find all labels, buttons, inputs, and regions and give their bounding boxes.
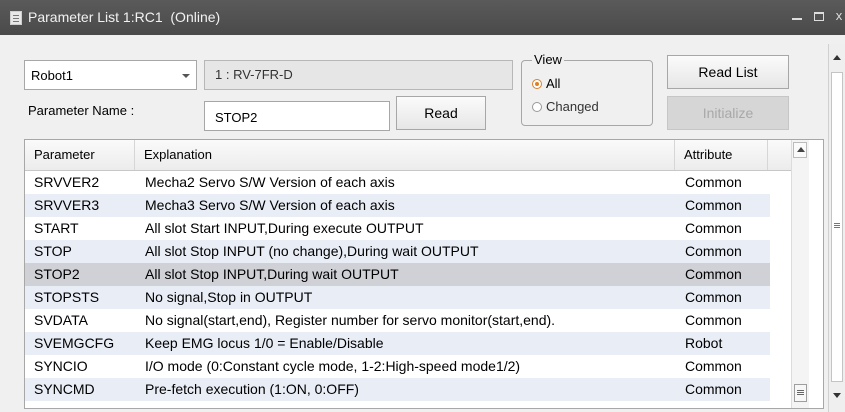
view-group: View All Changed xyxy=(521,52,653,126)
maximize-button[interactable] xyxy=(810,7,828,25)
table-row[interactable]: SYNCIO I/O mode (0:Constant cycle mode, … xyxy=(25,355,770,378)
explanation-cell: No signal(start,end), Register number fo… xyxy=(145,312,556,328)
parameter-cell: SVEMGCFG xyxy=(34,335,115,351)
parameter-cell: SYNCIO xyxy=(34,358,88,374)
attribute-cell: Common xyxy=(685,266,742,282)
view-all-label: All xyxy=(546,76,561,91)
column-header-parameter[interactable]: Parameter xyxy=(25,140,135,170)
table-header: Parameter Explanation Attribute xyxy=(25,140,803,171)
scroll-up-icon[interactable] xyxy=(830,50,844,66)
table-row[interactable]: SYNCMD Pre-fetch execution (1:ON, 0:OFF)… xyxy=(25,378,770,401)
table-row-selected[interactable]: STOP2 All slot Stop INPUT,During wait OU… xyxy=(25,263,770,286)
table-row[interactable]: STOPSTS No signal,Stop in OUTPUT Common xyxy=(25,286,770,309)
attribute-cell: Common xyxy=(685,289,742,305)
parameter-list-window: Parameter List 1:RC1 (Online) x Robot1 1… xyxy=(0,0,845,412)
explanation-cell: All slot Stop INPUT (no change),During w… xyxy=(145,243,479,259)
window-scrollbar[interactable] xyxy=(828,44,845,412)
parameter-table[interactable]: Parameter Explanation Attribute SRVVER2 … xyxy=(24,139,824,409)
table-scrollbar[interactable] xyxy=(791,140,809,408)
table-row[interactable]: SVEMGCFG Keep EMG locus 1/0 = Enable/Dis… xyxy=(25,332,770,355)
explanation-cell: Pre-fetch execution (1:ON, 0:OFF) xyxy=(145,381,359,397)
robot-select-value: Robot1 xyxy=(31,68,73,83)
radio-selected-icon xyxy=(532,78,542,89)
window-title: Parameter List 1:RC1 (Online) xyxy=(28,9,221,25)
table-row[interactable]: SRVVER3 Mecha3 Servo S/W Version of each… xyxy=(25,194,770,217)
chevron-down-icon xyxy=(182,74,190,78)
parameter-cell: START xyxy=(34,220,79,236)
parameter-cell: SVDATA xyxy=(34,312,88,328)
view-changed-label: Changed xyxy=(546,99,599,114)
attribute-cell: Common xyxy=(685,381,742,397)
parameter-cell: SRVVER3 xyxy=(34,197,100,213)
explanation-cell: All slot Start INPUT,During execute OUTP… xyxy=(145,220,424,236)
attribute-cell: Common xyxy=(685,243,742,259)
parameter-cell: STOPSTS xyxy=(34,289,100,305)
explanation-cell: Mecha2 Servo S/W Version of each axis xyxy=(145,174,395,190)
explanation-cell: Keep EMG locus 1/0 = Enable/Disable xyxy=(145,335,384,351)
parameter-cell: STOP2 xyxy=(34,266,80,282)
attribute-cell: Robot xyxy=(685,335,723,351)
view-all-radio[interactable]: All xyxy=(532,76,560,91)
view-changed-radio[interactable]: Changed xyxy=(532,99,599,114)
attribute-cell: Common xyxy=(685,197,742,213)
read-button[interactable]: Read xyxy=(396,96,486,130)
table-row[interactable]: SRVVER2 Mecha2 Servo S/W Version of each… xyxy=(25,171,770,194)
attribute-cell: Common xyxy=(685,220,742,236)
parameter-name-label: Parameter Name : xyxy=(28,103,135,118)
explanation-cell: No signal,Stop in OUTPUT xyxy=(145,289,313,305)
minimize-button[interactable] xyxy=(788,7,806,25)
table-row[interactable]: STOP All slot Stop INPUT (no change),Dur… xyxy=(25,240,770,263)
explanation-cell: Mecha3 Servo S/W Version of each axis xyxy=(145,197,395,213)
initialize-button: Initialize xyxy=(667,96,789,130)
radio-unselected-icon xyxy=(532,101,542,112)
view-legend: View xyxy=(532,52,564,67)
table-row[interactable]: SVDATA No signal(start,end), Register nu… xyxy=(25,309,770,332)
robot-model-display: 1 : RV-7FR-D xyxy=(204,60,513,90)
close-button[interactable]: x xyxy=(830,7,845,25)
robot-select[interactable]: Robot1 xyxy=(24,60,197,90)
column-header-attribute[interactable]: Attribute xyxy=(675,140,768,170)
scroll-down-icon[interactable] xyxy=(830,388,844,404)
title-bar[interactable]: Parameter List 1:RC1 (Online) x xyxy=(0,0,845,35)
attribute-cell: Common xyxy=(685,358,742,374)
read-list-button[interactable]: Read List xyxy=(667,55,789,89)
parameter-cell: STOP xyxy=(34,243,72,259)
attribute-cell: Common xyxy=(685,312,742,328)
scroll-thumb[interactable] xyxy=(794,384,807,402)
explanation-cell: All slot Stop INPUT,During wait OUTPUT xyxy=(145,266,399,282)
list-icon xyxy=(10,11,22,25)
scroll-up-icon[interactable] xyxy=(793,142,807,158)
table-row[interactable]: START All slot Start INPUT,During execut… xyxy=(25,217,770,240)
explanation-cell: I/O mode (0:Constant cycle mode, 1-2:Hig… xyxy=(145,358,521,374)
parameter-name-input[interactable]: STOP2 xyxy=(204,101,390,131)
attribute-cell: Common xyxy=(685,174,742,190)
parameter-cell: SYNCMD xyxy=(34,381,95,397)
scroll-thumb[interactable] xyxy=(831,72,843,382)
parameter-cell: SRVVER2 xyxy=(34,174,100,190)
column-header-explanation[interactable]: Explanation xyxy=(135,140,675,170)
